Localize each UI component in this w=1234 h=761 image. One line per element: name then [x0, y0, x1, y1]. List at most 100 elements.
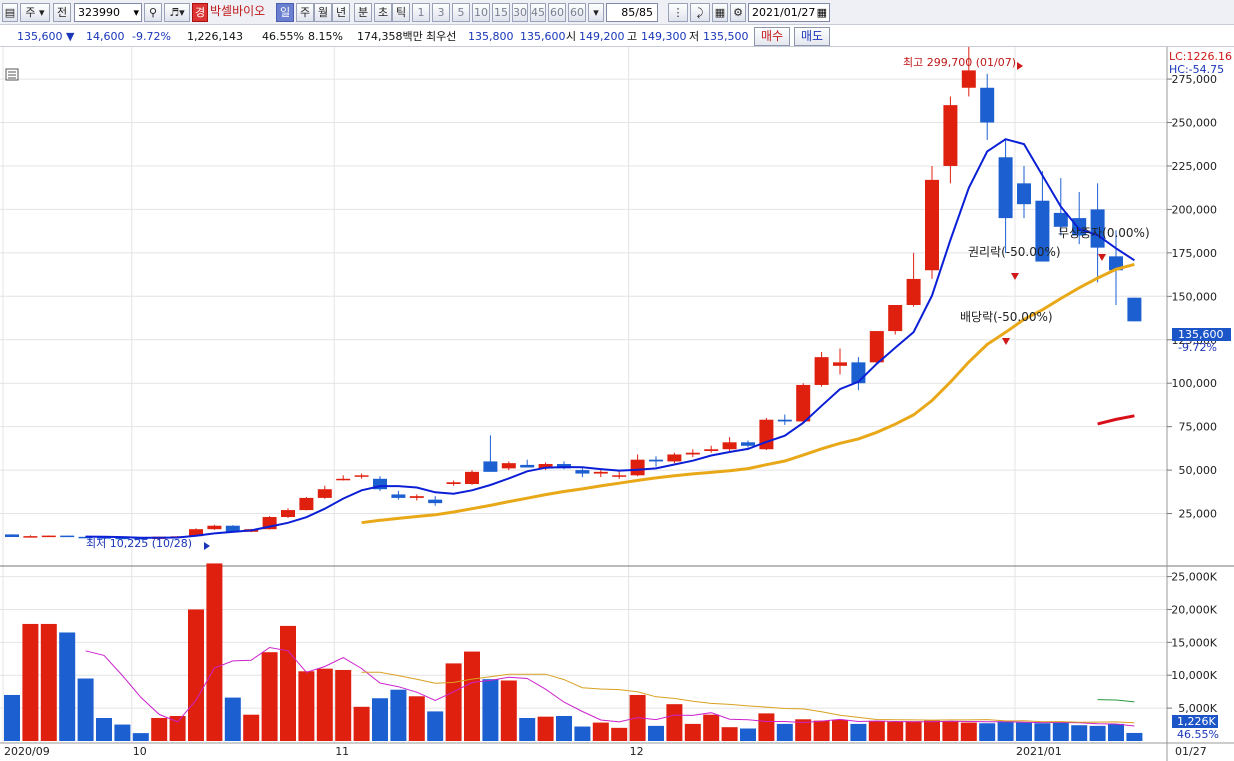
search-icon[interactable]: ⚲ [144, 3, 162, 22]
buy-button[interactable]: 매수 [754, 27, 790, 46]
candle-body [483, 461, 498, 472]
volume-bar [224, 697, 241, 741]
candle-body [833, 362, 847, 366]
candle-body [207, 525, 222, 530]
calendar-icon[interactable]: ▦ [817, 4, 827, 21]
hc-label: HC:-54.75 [1169, 63, 1224, 76]
volume-bar [1108, 723, 1124, 741]
date-input[interactable]: 2021/01/27 ▦ [748, 3, 830, 22]
period-tab[interactable]: 년 [332, 3, 350, 22]
date-tick-label: 12 [630, 745, 644, 758]
date-tick-label: 2021/01 [1016, 745, 1062, 758]
period-tab[interactable]: 월 [314, 3, 332, 22]
stock-name: 박셀바이오 [210, 4, 266, 18]
price-axis: 25,00050,00075,000100,000125,000150,0001… [1167, 73, 1218, 521]
scroll-all-icon[interactable]: ⋮ [668, 3, 688, 22]
stock-code-input[interactable]: 323990 ▾ [74, 3, 142, 22]
interval-button[interactable]: 5 [452, 3, 470, 22]
volume-bar [905, 721, 922, 741]
candle-body [391, 494, 406, 498]
candle-body [281, 510, 295, 518]
dividend-cut-note: 배당락(-50.00%) [960, 310, 1053, 324]
interval-button[interactable]: 3 [432, 3, 450, 22]
volume-bar [850, 723, 867, 741]
candle-body [869, 331, 884, 363]
candle-body [520, 464, 535, 468]
candle-body [777, 419, 792, 422]
high-note: 최고 299,700 (01/07) [903, 56, 1016, 69]
volume-bar [703, 714, 720, 741]
price-tick-label: 250,000 [1172, 117, 1218, 130]
high-price: 149,300 [641, 30, 687, 43]
current-price-tag-text: 135,600 [1178, 328, 1224, 341]
interval-button[interactable]: 15 [492, 3, 510, 22]
price-tick-label: 150,000 [1172, 290, 1218, 303]
best-quote-label: 최우선 [426, 30, 457, 43]
stock-chart[interactable]: 25,00050,00075,000100,000125,000150,0001… [0, 47, 1234, 761]
period-tab[interactable]: 틱 [392, 3, 410, 22]
interval-button[interactable]: 60 [548, 3, 566, 22]
volume-bar [997, 721, 1014, 741]
candle-body [888, 305, 903, 332]
gear-icon[interactable]: ⚙ [730, 3, 746, 22]
volume-bar [574, 726, 591, 741]
interval-button[interactable]: 1 [412, 3, 430, 22]
candle-body [23, 536, 38, 538]
volume-bar [464, 651, 480, 741]
draw-line-icon[interactable]: ⤸ [690, 3, 710, 22]
candle-body [1017, 183, 1031, 205]
save-icon[interactable]: ▦ [712, 3, 728, 22]
interval-button[interactable]: 45 [530, 3, 546, 22]
volume: 1,226,143 [187, 30, 243, 43]
sound-icon[interactable]: ♬▾ [164, 3, 190, 22]
date-value: 2021/01/27 [752, 6, 816, 19]
candle-body [575, 470, 590, 474]
interval-dropdown-icon[interactable]: ▾ [588, 3, 604, 22]
candle-body [317, 489, 332, 498]
volume-bar [924, 720, 940, 741]
volume-bar [1016, 722, 1032, 741]
volume-tick-label: 15,000K [1171, 636, 1217, 649]
candle-body [299, 497, 314, 511]
volume-bar [280, 625, 296, 741]
period-tab[interactable]: 분 [354, 3, 372, 22]
candle-body [649, 459, 663, 462]
volume-bar [1126, 732, 1143, 741]
open-label: 시 [566, 30, 577, 43]
volume-tick-label: 25,000K [1171, 571, 1217, 584]
volume-bar [22, 623, 39, 741]
market-select[interactable]: 주 ▾ [20, 3, 50, 22]
volume-bar [353, 706, 370, 741]
volume-bar [372, 698, 388, 741]
volume-tick-label: 10,000K [1171, 669, 1217, 682]
candle-body [998, 157, 1013, 219]
code-dropdown-icon[interactable]: ▾ [133, 4, 139, 21]
period-tab[interactable]: 일 [276, 3, 294, 22]
screen-menu-icon[interactable]: ▤ [2, 3, 18, 22]
volume-bar [1052, 721, 1069, 741]
interval-button[interactable]: 30 [512, 3, 528, 22]
price-tick-label: 175,000 [1172, 247, 1218, 260]
low-price: 135,500 [703, 30, 749, 43]
volume-bar [758, 713, 775, 741]
volume-bar [243, 714, 260, 741]
period-tab[interactable]: 주 [296, 3, 314, 22]
volume-bar [960, 722, 977, 741]
lc-label: LC:1226.16 [1169, 50, 1232, 63]
volume-bar [537, 716, 554, 741]
interval-button[interactable]: 60 [568, 3, 586, 22]
candle-body [1053, 212, 1068, 227]
volume-bar [813, 720, 830, 741]
sell-button[interactable]: 매도 [794, 27, 830, 46]
period-tab[interactable]: 초 [374, 3, 392, 22]
turnover-rate: 8.15% [308, 30, 343, 43]
volume-tag-text: 1,226K [1177, 715, 1216, 728]
prev-button[interactable]: 전 [53, 3, 71, 22]
price-tick-label: 225,000 [1172, 160, 1218, 173]
quote-bar: 135,600 ▼ 14,600 -9.72% 1,226,143 46.55%… [0, 25, 1234, 47]
volume-bar [427, 711, 444, 741]
trade-amount: 174,358백만 [357, 30, 423, 43]
volume-bar [40, 623, 57, 741]
page-counter[interactable]: 85/85 [606, 3, 658, 22]
interval-button[interactable]: 10 [472, 3, 490, 22]
